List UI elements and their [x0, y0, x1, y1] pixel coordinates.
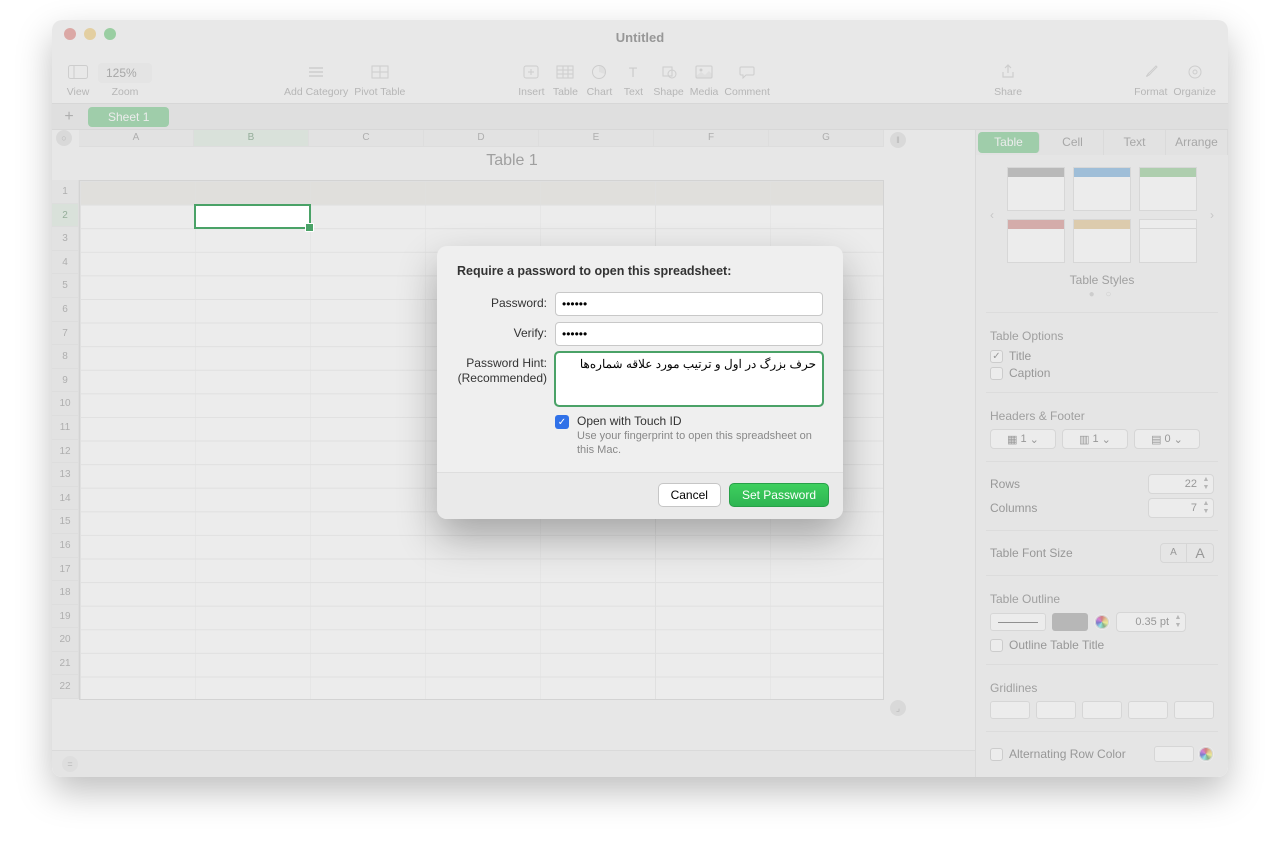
touchid-label: Open with Touch ID [577, 414, 682, 428]
dialog-heading: Require a password to open this spreadsh… [457, 264, 823, 278]
password-dialog: Require a password to open this spreadsh… [437, 246, 843, 519]
cancel-button[interactable]: Cancel [658, 483, 721, 507]
checkmark-icon: ✓ [555, 415, 569, 429]
hint-input[interactable]: حرف بزرگ در اول و ترتیب مورد علاقه شماره… [555, 352, 823, 406]
touchid-option[interactable]: ✓ Open with Touch ID Use your fingerprin… [555, 414, 823, 458]
selected-cell[interactable] [195, 205, 310, 229]
app-window: Untitled View 125% Zoom Add Category Piv… [52, 20, 1228, 777]
hint-label: Password Hint: (Recommended) [457, 352, 547, 386]
touchid-description: Use your fingerprint to open this spread… [577, 429, 823, 458]
set-password-button[interactable]: Set Password [729, 483, 829, 507]
verify-label: Verify: [457, 322, 547, 341]
verify-input[interactable] [555, 322, 823, 346]
password-input[interactable] [555, 292, 823, 316]
password-label: Password: [457, 292, 547, 311]
